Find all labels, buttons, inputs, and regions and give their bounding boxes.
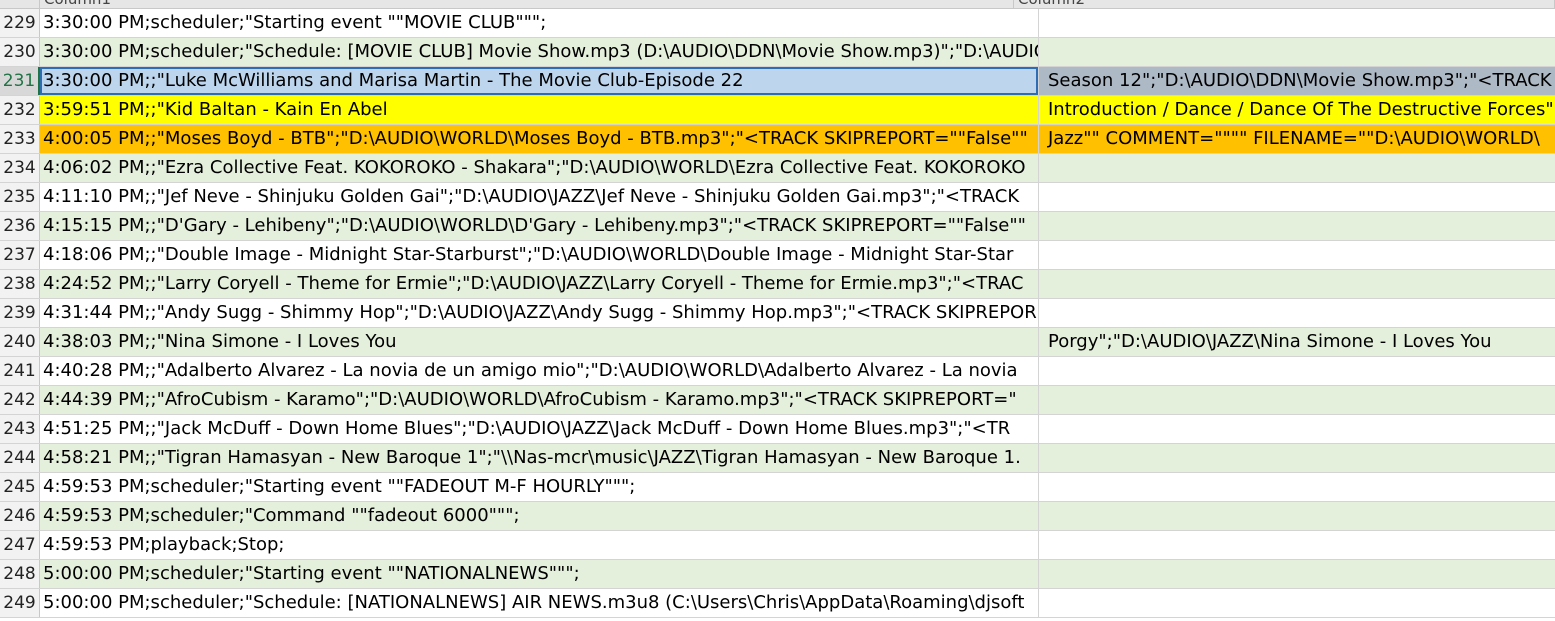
row-number[interactable]: 245 bbox=[0, 473, 40, 501]
cell-column-b[interactable] bbox=[1038, 386, 1555, 414]
table-row[interactable]: 242 4:44:39 PM;;"AfroCubism - Karamo";"D:… bbox=[0, 386, 1555, 415]
table-row[interactable]: 238 4:24:52 PM;;"Larry Coryell - Theme fo… bbox=[0, 270, 1555, 299]
cell-column-a[interactable]: 4:15:15 PM;;"D'Gary - Lehibeny";"D:\AUDI… bbox=[40, 212, 1038, 240]
table-row[interactable]: 243 4:51:25 PM;;"Jack McDuff - Down Home … bbox=[0, 415, 1555, 444]
cell-column-a[interactable]: 4:11:10 PM;;"Jef Neve - Shinjuku Golden … bbox=[40, 183, 1038, 211]
data-grid: 229 3:30:00 PM;scheduler;"Starting event … bbox=[0, 9, 1555, 618]
row-number[interactable]: 239 bbox=[0, 299, 40, 327]
table-row[interactable]: 246 4:59:53 PM;scheduler;"Command ""fadeo… bbox=[0, 502, 1555, 531]
cell-column-a[interactable]: 3:30:00 PM;scheduler;"Starting event ""M… bbox=[40, 9, 1038, 37]
select-all-corner[interactable] bbox=[0, 0, 40, 8]
cell-column-a[interactable]: 3:30:00 PM;scheduler;"Schedule: [MOVIE C… bbox=[40, 38, 1038, 66]
row-number[interactable]: 244 bbox=[0, 444, 40, 472]
cell-column-b[interactable] bbox=[1038, 560, 1555, 588]
cell-column-a[interactable]: 4:18:06 PM;;"Double Image - Midnight Sta… bbox=[40, 241, 1038, 269]
cell-column-a[interactable]: 4:38:03 PM;;"Nina Simone - I Loves You bbox=[40, 328, 1038, 356]
table-row[interactable]: 244 4:58:21 PM;;"Tigran Hamasyan - New Ba… bbox=[0, 444, 1555, 473]
row-number[interactable]: 240 bbox=[0, 328, 40, 356]
cell-column-b[interactable] bbox=[1038, 154, 1555, 182]
cell-column-b[interactable] bbox=[1038, 9, 1555, 37]
cell-column-a[interactable]: 4:24:52 PM;;"Larry Coryell - Theme for E… bbox=[40, 270, 1038, 298]
cell-column-a[interactable]: 4:06:02 PM;;"Ezra Collective Feat. KOKOR… bbox=[40, 154, 1038, 182]
cell-column-b[interactable] bbox=[1038, 241, 1555, 269]
table-row[interactable]: 247 4:59:53 PM;playback;Stop; bbox=[0, 531, 1555, 560]
table-row[interactable]: 248 5:00:00 PM;scheduler;"Starting event … bbox=[0, 560, 1555, 589]
table-row[interactable]: 241 4:40:28 PM;;"Adalberto Alvarez - La n… bbox=[0, 357, 1555, 386]
cell-column-a[interactable]: 4:58:21 PM;;"Tigran Hamasyan - New Baroq… bbox=[40, 444, 1038, 472]
row-number[interactable]: 248 bbox=[0, 560, 40, 588]
cell-column-b[interactable] bbox=[1038, 299, 1555, 327]
cell-column-b[interactable] bbox=[1038, 473, 1555, 501]
cell-column-b[interactable] bbox=[1038, 38, 1555, 66]
row-number[interactable]: 246 bbox=[0, 502, 40, 530]
cell-column-a[interactable]: 4:00:05 PM;;"Moses Boyd - BTB";"D:\AUDIO… bbox=[40, 125, 1038, 153]
row-number[interactable]: 243 bbox=[0, 415, 40, 443]
table-row[interactable]: 239 4:31:44 PM;;"Andy Sugg - Shimmy Hop";… bbox=[0, 299, 1555, 328]
cell-column-b[interactable] bbox=[1038, 502, 1555, 530]
spreadsheet: Column1 Column2 2293:30:00 PM;scheduler;… bbox=[0, 0, 1555, 621]
table-row[interactable]: 231 3:30:00 PM;;"Luke McWilliams and Mari… bbox=[0, 67, 1555, 96]
cell-column-a[interactable]: 3:59:51 PM;;"Kid Baltan - Kain En Abel bbox=[40, 96, 1038, 124]
row-number[interactable]: 233 bbox=[0, 125, 40, 153]
table-row[interactable]: 240 4:38:03 PM;;"Nina Simone - I Loves Yo… bbox=[0, 328, 1555, 357]
cell-column-b[interactable] bbox=[1038, 183, 1555, 211]
cell-column-a[interactable]: 4:40:28 PM;;"Adalberto Alvarez - La novi… bbox=[40, 357, 1038, 385]
column-header-b[interactable]: Column2 bbox=[1014, 0, 1555, 8]
table-row[interactable]: 236 4:15:15 PM;;"D'Gary - Lehibeny";"D:\A… bbox=[0, 212, 1555, 241]
cell-column-b[interactable] bbox=[1038, 531, 1555, 559]
cell-column-a[interactable]: 4:59:53 PM;scheduler;"Command ""fadeout … bbox=[40, 502, 1038, 530]
cell-column-a[interactable]: 4:59:53 PM;playback;Stop; bbox=[40, 531, 1038, 559]
table-row[interactable]: 232 3:59:51 PM;;"Kid Baltan - Kain En Abe… bbox=[0, 96, 1555, 125]
cell-column-a[interactable]: 5:00:00 PM;scheduler;"Starting event ""N… bbox=[40, 560, 1038, 588]
row-number[interactable]: 230 bbox=[0, 38, 40, 66]
table-row[interactable]: 235 4:11:10 PM;;"Jef Neve - Shinjuku Gold… bbox=[0, 183, 1555, 212]
row-number[interactable]: 235 bbox=[0, 183, 40, 211]
row-number[interactable]: 236 bbox=[0, 212, 40, 240]
table-row[interactable]: 229 3:30:00 PM;scheduler;"Starting event … bbox=[0, 9, 1555, 38]
table-row[interactable]: 245 4:59:53 PM;scheduler;"Starting event … bbox=[0, 473, 1555, 502]
cell-column-b[interactable]: Season 12";"D:\AUDIO\DDN\Movie Show.mp3"… bbox=[1038, 67, 1555, 95]
cell-column-b[interactable]: Porgy";"D:\AUDIO\JAZZ\Nina Simone - I Lo… bbox=[1038, 328, 1555, 356]
row-number[interactable]: 232 bbox=[0, 96, 40, 124]
cell-column-b[interactable]: Jazz"" COMMENT="""" FILENAME=""D:\AUDIO\… bbox=[1038, 125, 1555, 153]
row-number[interactable]: 249 bbox=[0, 589, 40, 617]
cell-column-b[interactable] bbox=[1038, 270, 1555, 298]
cell-column-b[interactable] bbox=[1038, 589, 1555, 617]
cell-column-b[interactable] bbox=[1038, 212, 1555, 240]
cell-column-b[interactable] bbox=[1038, 415, 1555, 443]
row-number[interactable]: 247 bbox=[0, 531, 40, 559]
row-number[interactable]: 234 bbox=[0, 154, 40, 182]
cell-column-a[interactable]: 4:59:53 PM;scheduler;"Starting event ""F… bbox=[40, 473, 1038, 501]
cell-column-a[interactable]: 4:44:39 PM;;"AfroCubism - Karamo";"D:\AU… bbox=[40, 386, 1038, 414]
table-row[interactable]: 249 5:00:00 PM;scheduler;"Schedule: [NATI… bbox=[0, 589, 1555, 618]
table-row[interactable]: 234 4:06:02 PM;;"Ezra Collective Feat. KO… bbox=[0, 154, 1555, 183]
row-number[interactable]: 237 bbox=[0, 241, 40, 269]
row-number[interactable]: 241 bbox=[0, 357, 40, 385]
row-number[interactable]: 238 bbox=[0, 270, 40, 298]
table-row[interactable]: 237 4:18:06 PM;;"Double Image - Midnight … bbox=[0, 241, 1555, 270]
cell-column-b[interactable]: Introduction / Dance / Dance Of The Dest… bbox=[1038, 96, 1555, 124]
row-number[interactable]: 231 bbox=[0, 67, 40, 95]
column-header-row: Column1 Column2 bbox=[0, 0, 1555, 9]
cell-column-a[interactable]: 3:30:00 PM;;"Luke McWilliams and Marisa … bbox=[40, 67, 1038, 95]
row-number[interactable]: 229 bbox=[0, 9, 40, 37]
cell-column-b[interactable] bbox=[1038, 444, 1555, 472]
cell-column-a[interactable]: 5:00:00 PM;scheduler;"Schedule: [NATIONA… bbox=[40, 589, 1038, 617]
cell-column-b[interactable] bbox=[1038, 357, 1555, 385]
cell-column-a[interactable]: 4:31:44 PM;;"Andy Sugg - Shimmy Hop";"D:… bbox=[40, 299, 1038, 327]
cell-column-a[interactable]: 4:51:25 PM;;"Jack McDuff - Down Home Blu… bbox=[40, 415, 1038, 443]
table-row[interactable]: 230 3:30:00 PM;scheduler;"Schedule: [MOVI… bbox=[0, 38, 1555, 67]
table-row[interactable]: 233 4:00:05 PM;;"Moses Boyd - BTB";"D:\AU… bbox=[0, 125, 1555, 154]
column-header-a[interactable]: Column1 bbox=[40, 0, 1014, 8]
row-number[interactable]: 242 bbox=[0, 386, 40, 414]
